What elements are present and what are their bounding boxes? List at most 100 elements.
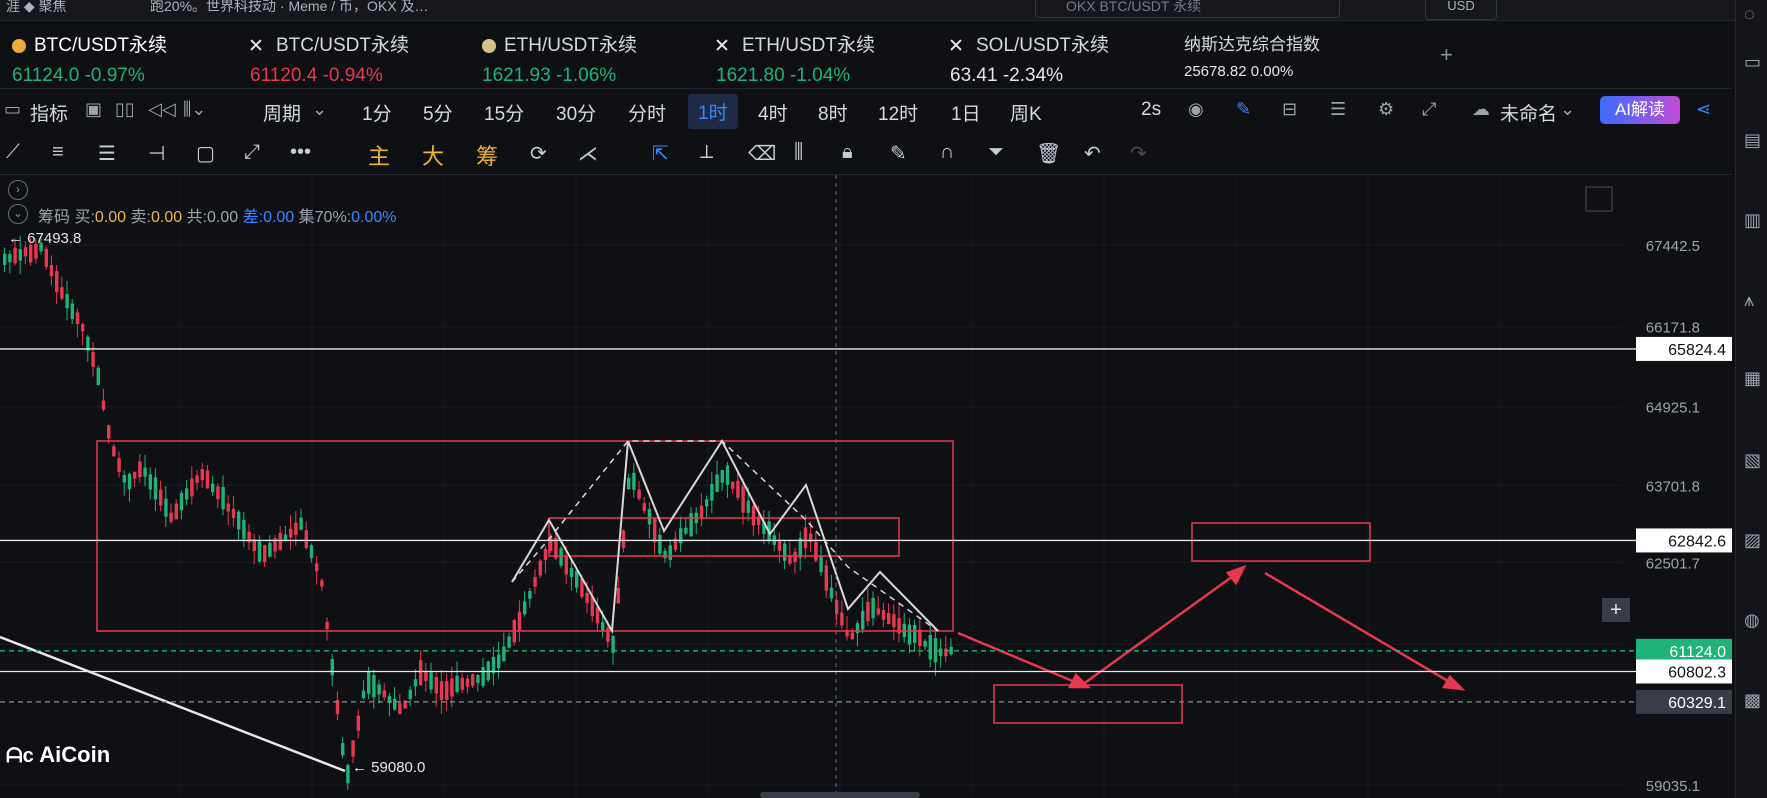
price-tag: 61124.0 (1669, 644, 1726, 661)
symbol-tab-nasdaq[interactable]: 纳斯达克综合指数 25678.82 0.00% (1184, 30, 1320, 86)
candle-body (315, 563, 319, 572)
orderbook-icon[interactable]: ▤ (1744, 130, 1761, 151)
alerts-icon[interactable]: ▧ (1744, 450, 1761, 471)
panel-icon[interactable]: ▭ (1744, 52, 1761, 73)
tf-timeshare[interactable]: 分时 (628, 99, 666, 126)
refresh-interval[interactable]: 2s (1141, 99, 1161, 121)
orders-icon[interactable]: ▩ (1744, 690, 1761, 711)
candle-body (595, 607, 600, 624)
tf-30m[interactable]: 30分 (556, 99, 596, 126)
crosshair-plus-button[interactable]: + (1602, 598, 1630, 622)
candle-body (606, 627, 610, 642)
time-scrollbar[interactable] (760, 792, 920, 798)
symbol-tab-btc-okx[interactable]: BTC/USDT永续 61120.4 -0.94% (250, 30, 409, 86)
main-chart-button[interactable]: 主 (368, 139, 390, 171)
auto-draw-icon[interactable]: ⟳ (530, 141, 547, 166)
layout-name-dropdown[interactable]: 未命名 (1500, 99, 1557, 126)
symbol-tab-btc-active[interactable]: BTC/USDT永续 61124.0 -0.97% (12, 30, 167, 86)
chevron-down-icon[interactable]: ⌄ (1560, 99, 1575, 120)
compare-icon[interactable]: ▯▯ (115, 99, 135, 120)
currency-select[interactable]: USD (1425, 0, 1497, 20)
trades-icon[interactable]: ▥ (1744, 210, 1761, 231)
edit-icon[interactable]: ✎ (890, 141, 907, 166)
more-tools-icon[interactable]: ••• (290, 141, 311, 164)
collapse-icon[interactable]: ⌄ (8, 204, 28, 224)
fullscreen-icon[interactable]: ⤢ (1422, 99, 1436, 120)
symbol-tab-eth[interactable]: ETH/USDT永续 1621.93 -1.06% (482, 30, 637, 86)
candle-body (517, 611, 522, 631)
chat-icon[interactable]: ◍ (1744, 610, 1760, 631)
tf-15m[interactable]: 15分 (484, 99, 524, 126)
replay-icon[interactable]: ◁◁ (148, 99, 176, 120)
notification-icon[interactable]: ◌ (1744, 4, 1755, 25)
undo-icon[interactable]: ↶ (1084, 141, 1101, 166)
trendline-icon[interactable]: ⟋ (6, 141, 20, 164)
candle-body (689, 513, 693, 537)
rectangle-icon[interactable]: ▢ (196, 141, 215, 166)
lock-icon[interactable]: 🔒︎ (842, 141, 853, 164)
symbol-name: BTC/USDT永续 (276, 35, 410, 56)
candle-body (60, 287, 64, 299)
list-icon[interactable]: ☰ (1330, 99, 1346, 120)
ray-icon[interactable]: ⤢ (244, 141, 260, 164)
candle-body (653, 518, 657, 543)
search-input[interactable]: OKX BTC/USDT 永续 (1035, 0, 1340, 18)
candle-body (413, 679, 418, 687)
chevron-down-icon[interactable]: ⌄ (312, 99, 327, 120)
tf-4h[interactable]: 4时 (758, 99, 788, 126)
price-tag: 60802.3 (1668, 664, 1726, 681)
camera-icon[interactable]: ◉ (1188, 99, 1204, 120)
tf-weekly[interactable]: 周K (1010, 99, 1042, 126)
redo-icon[interactable]: ↷ (1130, 141, 1147, 166)
candle-body (361, 690, 366, 699)
cursor-icon[interactable]: ⇱ (652, 141, 669, 166)
y-tick-label: 64925.1 (1646, 400, 1700, 417)
chips-button[interactable]: 筹 (476, 139, 498, 171)
breadcrumb[interactable]: 涯 ◆ 聚焦 (6, 0, 67, 16)
symbol-tab-sol[interactable]: SOL/USDT永续 63.41 -2.34% (950, 30, 1109, 86)
okx-icon (950, 39, 962, 51)
horizontal-lines-icon[interactable]: ☰ (98, 141, 116, 166)
candle-type-icon[interactable]: ⫼⌄ (183, 99, 206, 120)
symbol-name: BTC/USDT永续 (34, 35, 168, 56)
candle-body (169, 512, 173, 522)
news-ticker[interactable]: 跑20%。世界科技动 · Meme / 币，OKX 及… (150, 0, 428, 16)
note-icon[interactable]: ⊟ (1282, 99, 1297, 120)
magnet-icon[interactable]: ∩ (940, 141, 954, 164)
candles-icon[interactable]: ⫼ (794, 141, 803, 164)
tf-1m[interactable]: 1分 (362, 99, 392, 126)
parallel-lines-icon[interactable]: ≡ (52, 141, 64, 164)
candle-body (96, 367, 100, 385)
tf-1d[interactable]: 1日 (951, 99, 981, 126)
tf-8h[interactable]: 8时 (818, 99, 848, 126)
horizontal-line-icon[interactable]: ⊣ (148, 141, 165, 166)
symbol-tab-eth-okx[interactable]: ETH/USDT永续 1621.80 -1.04% (716, 30, 875, 86)
indicator-button[interactable]: 指标 (30, 99, 68, 126)
pen-icon[interactable]: ✎ (1236, 99, 1251, 120)
eraser-icon[interactable]: ⌫ (748, 141, 776, 166)
candle-body (91, 352, 95, 367)
okx-icon (716, 39, 728, 51)
candle-body (887, 613, 891, 625)
stats-icon[interactable]: ▦ (1744, 368, 1761, 389)
big-order-button[interactable]: 大 (422, 139, 444, 171)
add-symbol-button[interactable]: + (1440, 42, 1453, 68)
layout-icon[interactable]: ▣ (85, 99, 102, 120)
price-chart[interactable]: 67442.566171.864925.163701.862501.761224… (0, 175, 1732, 798)
positions-icon[interactable]: ▨ (1744, 530, 1761, 551)
period-dropdown[interactable]: 周期 (263, 99, 301, 126)
tf-12h[interactable]: 12时 (878, 99, 918, 126)
delete-icon[interactable]: 🗑︎ (1036, 141, 1061, 166)
settings-icon[interactable]: ⚙ (1378, 99, 1394, 120)
pattern-icon[interactable]: ⋌ (578, 141, 598, 166)
ai-interpret-button[interactable]: AI解读 (1600, 96, 1680, 124)
depth-icon[interactable]: ⩚ (1744, 290, 1754, 311)
tf-5m[interactable]: 5分 (423, 99, 453, 126)
cloud-icon[interactable]: ☁ (1472, 99, 1490, 120)
ruler-icon[interactable]: ⟂ (700, 141, 713, 164)
tf-1h-active[interactable]: 1时 (688, 94, 738, 129)
expand-icon[interactable]: › (8, 180, 28, 200)
share-icon[interactable]: ⋖ (1696, 99, 1711, 120)
candle-body (263, 545, 267, 563)
filter-icon[interactable]: ⏷ (988, 141, 1004, 164)
